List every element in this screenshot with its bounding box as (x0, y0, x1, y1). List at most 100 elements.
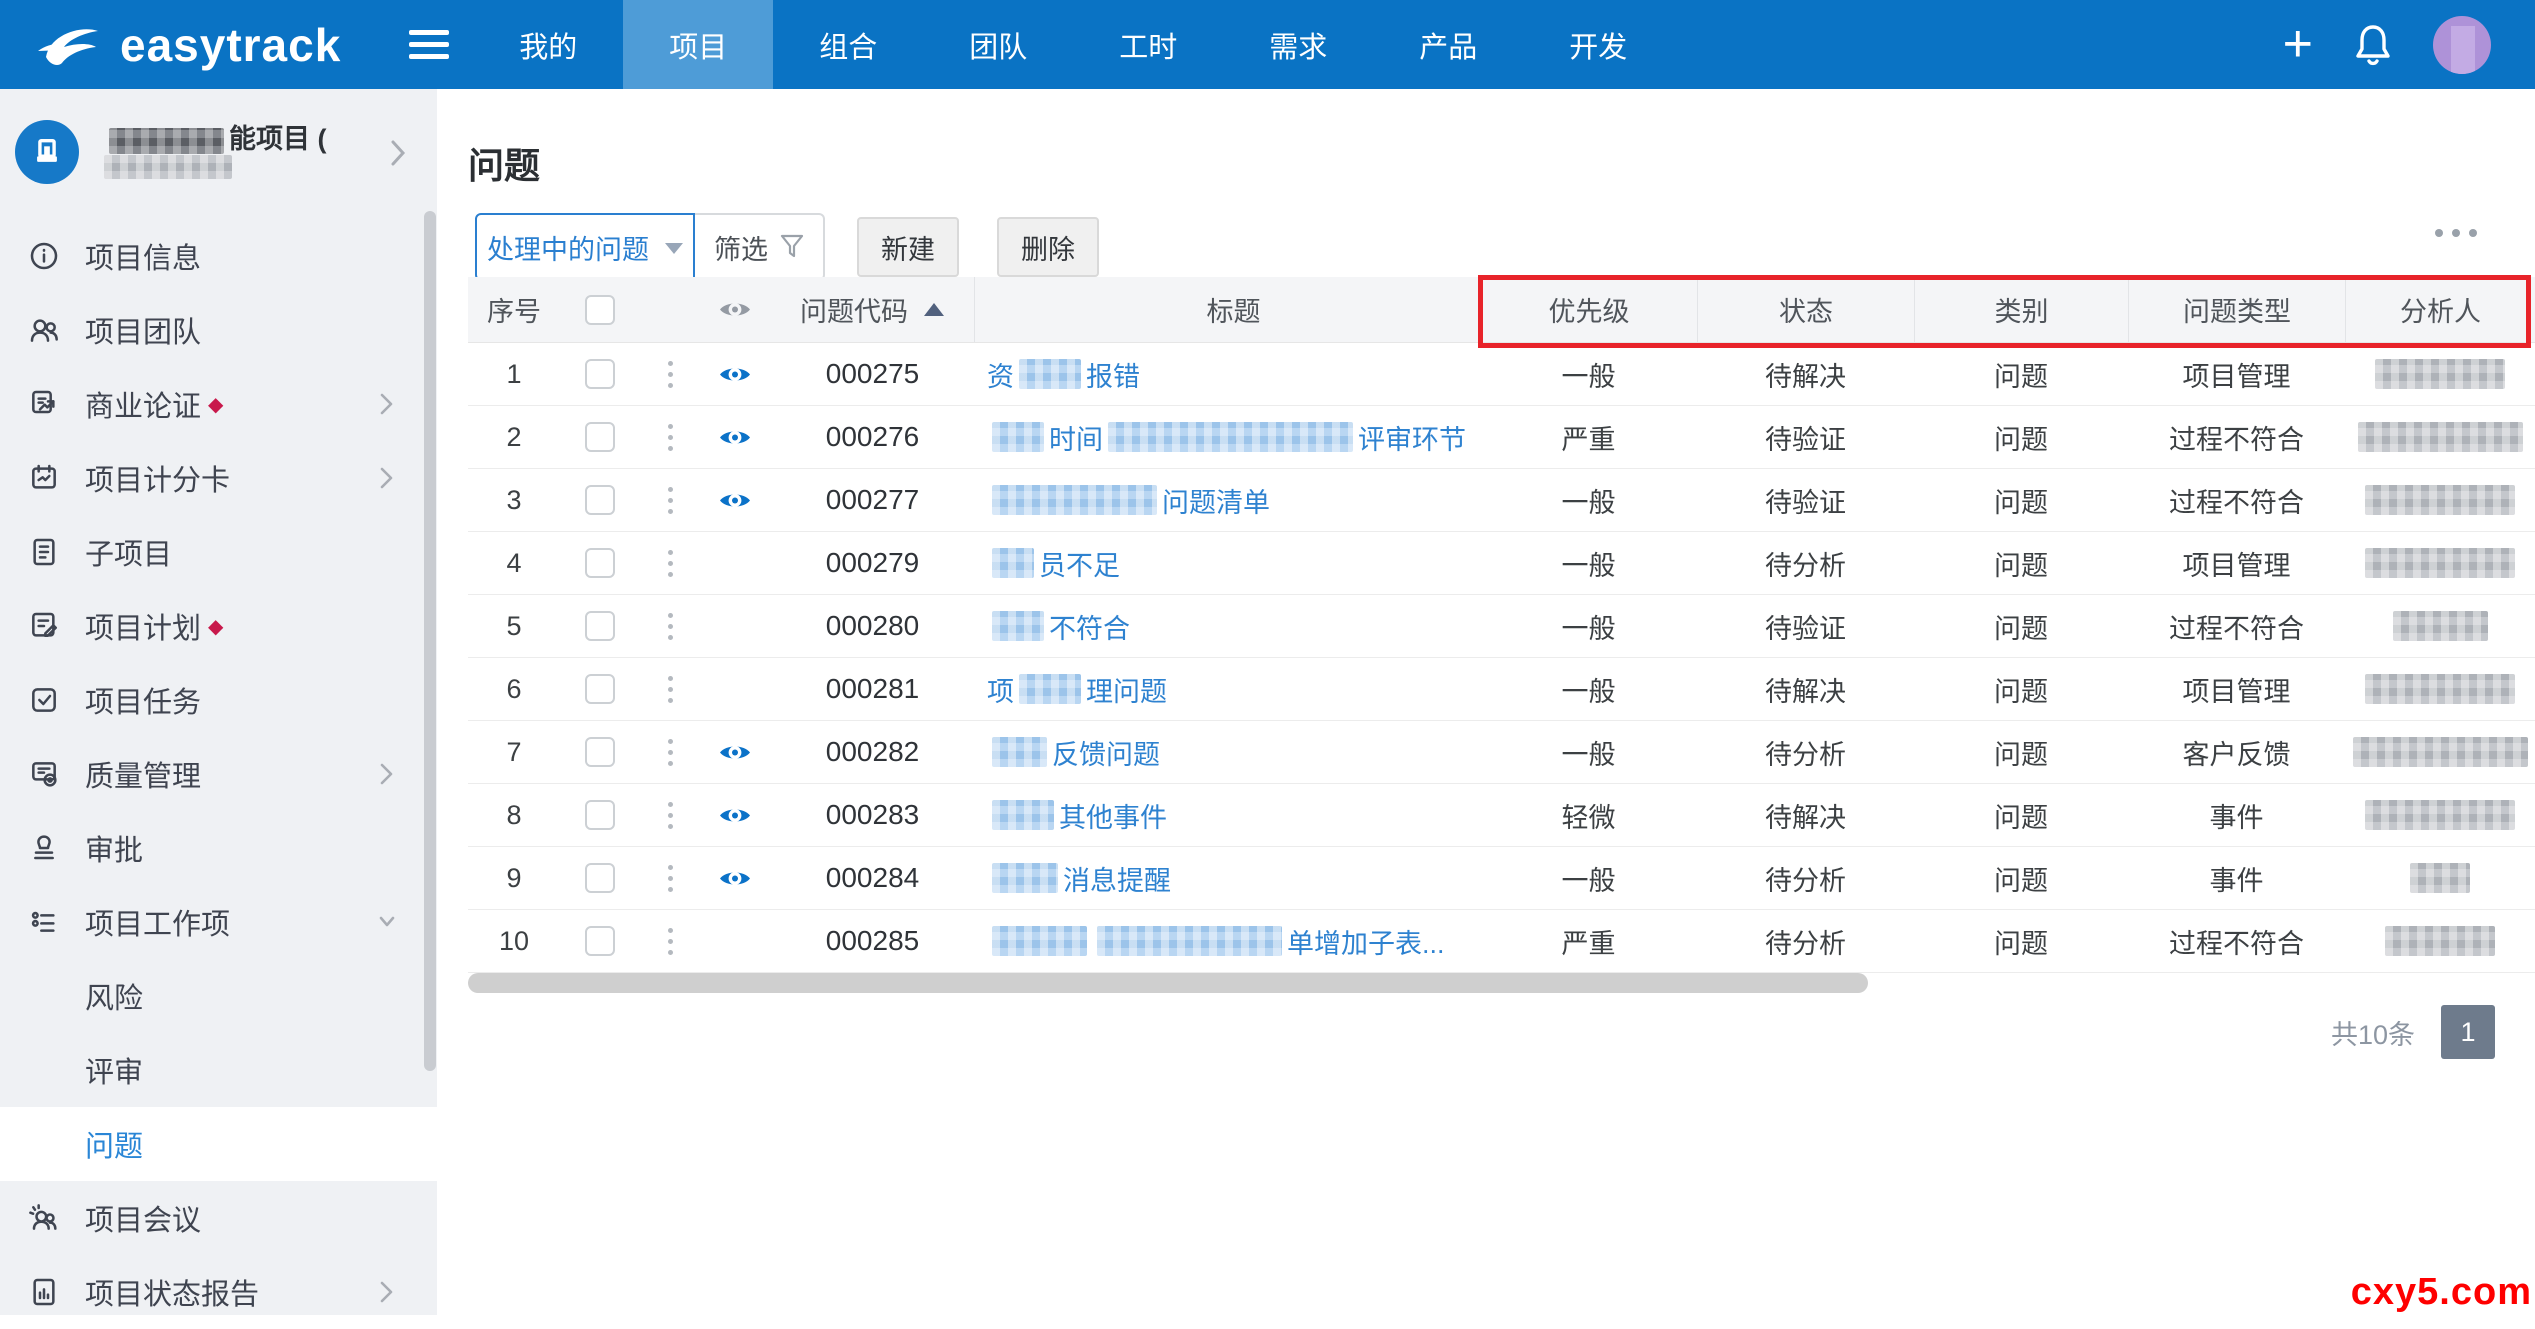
header-checkbox (560, 277, 640, 342)
nav-item-团队[interactable]: 团队 (923, 0, 1073, 89)
nav-item-组合[interactable]: 组合 (773, 0, 923, 89)
sidebar-item-项目计分卡[interactable]: 项目计分卡 (0, 441, 437, 515)
sidebar-item-项目团队[interactable]: 项目团队 (0, 293, 437, 367)
issue-title-link[interactable]: 反馈问题 (987, 733, 1160, 772)
sidebar-item-商业论证[interactable]: 商业论证◆ (0, 367, 437, 441)
kebab-menu-icon[interactable] (668, 802, 673, 829)
kebab-menu-icon[interactable] (668, 550, 673, 577)
issue-title-link[interactable]: 问题清单 (987, 481, 1270, 520)
row-status: 待验证 (1697, 595, 1914, 657)
sidebar-item-评审[interactable]: 评审 (0, 1033, 437, 1107)
kebab-menu-icon[interactable] (668, 739, 673, 766)
row-checkbox[interactable] (585, 359, 615, 389)
eye-icon[interactable] (719, 805, 751, 826)
sidebar-scrollbar[interactable] (424, 211, 436, 1071)
chevron-right-icon[interactable] (388, 137, 408, 169)
header-code[interactable]: 问题代码 (770, 277, 975, 342)
row-issue-type: 项目管理 (2128, 658, 2345, 720)
kebab-menu-icon[interactable] (668, 361, 673, 388)
sidebar-item-label: 项目状态报告 (85, 1271, 259, 1313)
kebab-menu-icon[interactable] (668, 865, 673, 892)
approval-icon (28, 832, 60, 864)
sidebar-item-项目计划[interactable]: 项目计划◆ (0, 589, 437, 663)
page-1-button[interactable]: 1 (2441, 1005, 2495, 1059)
sidebar-item-项目会议[interactable]: 项目会议 (0, 1181, 437, 1255)
kebab-menu-icon[interactable] (668, 928, 673, 955)
row-category: 问题 (1914, 784, 2128, 846)
issue-title-link[interactable]: 项理问题 (987, 670, 1167, 709)
row-watch (700, 406, 770, 468)
row-checkbox[interactable] (585, 485, 615, 515)
censored-text (2375, 359, 2505, 389)
row-checkbox[interactable] (585, 611, 615, 641)
project-avatar (15, 120, 79, 184)
sidebar-item-子项目[interactable]: 子项目 (0, 515, 437, 589)
nav-item-工时[interactable]: 工时 (1073, 0, 1223, 89)
more-actions-icon[interactable] (2435, 229, 2477, 237)
issue-title-link[interactable]: 消息提醒 (987, 859, 1171, 898)
sidebar-item-风险[interactable]: 风险 (0, 959, 437, 1033)
issue-title-link[interactable]: 其他事件 (987, 796, 1167, 835)
row-category: 问题 (1914, 721, 2128, 783)
row-watch (700, 658, 770, 720)
issue-title-link[interactable]: 不符合 (987, 607, 1130, 646)
issue-title-link[interactable]: 单增加子表... (987, 922, 1445, 961)
sidebar-item-项目任务[interactable]: 项目任务 (0, 663, 437, 737)
row-issue-type: 过程不符合 (2128, 406, 2345, 468)
eye-icon[interactable] (719, 427, 751, 448)
bell-icon[interactable] (2353, 23, 2393, 67)
row-actions (640, 721, 700, 783)
sidebar-item-审批[interactable]: 审批 (0, 811, 437, 885)
nav-item-项目[interactable]: 项目 (623, 0, 773, 89)
sidebar-item-质量管理[interactable]: 质量管理 (0, 737, 437, 811)
issue-title-link[interactable]: 资报错 (987, 355, 1140, 394)
sort-ascending-icon (924, 303, 944, 316)
new-button[interactable]: 新建 (857, 217, 959, 277)
kebab-menu-icon[interactable] (668, 424, 673, 451)
saved-filter-dropdown[interactable]: 处理中的问题 (475, 213, 695, 281)
eye-icon[interactable] (719, 868, 751, 889)
sidebar-item-项目状态报告[interactable]: 项目状态报告 (0, 1255, 437, 1329)
sidebar-item-label: 项目计划 (85, 605, 201, 647)
issue-title-link[interactable]: 员不足 (987, 544, 1120, 583)
censored-text (992, 422, 1044, 452)
row-checkbox[interactable] (585, 863, 615, 893)
project-header[interactable]: 能项目 ( (0, 89, 437, 219)
issue-title-link[interactable]: 时间评审环节 (987, 418, 1466, 457)
user-avatar[interactable] (2433, 16, 2491, 74)
kebab-menu-icon[interactable] (668, 613, 673, 640)
row-actions (640, 658, 700, 720)
kebab-menu-icon[interactable] (668, 676, 673, 703)
row-watch (700, 532, 770, 594)
row-checkbox[interactable] (585, 548, 615, 578)
row-checkbox[interactable] (585, 674, 615, 704)
add-icon[interactable]: + (2283, 24, 2313, 66)
nav-item-产品[interactable]: 产品 (1373, 0, 1523, 89)
horizontal-scrollbar[interactable] (468, 973, 1868, 993)
select-all-checkbox[interactable] (585, 295, 615, 325)
nav-item-需求[interactable]: 需求 (1223, 0, 1373, 89)
delete-button[interactable]: 删除 (997, 217, 1099, 277)
caret-down-icon (665, 243, 683, 254)
row-checkbox[interactable] (585, 926, 615, 956)
nav-item-开发[interactable]: 开发 (1523, 0, 1673, 89)
nav-item-我的[interactable]: 我的 (473, 0, 623, 89)
sidebar-item-项目信息[interactable]: 项目信息 (0, 219, 437, 293)
header-spacer (640, 277, 700, 342)
kebab-menu-icon[interactable] (668, 487, 673, 514)
eye-icon[interactable] (719, 490, 751, 511)
sidebar-item-项目工作项[interactable]: 项目工作项 (0, 885, 437, 959)
eye-icon[interactable] (719, 742, 751, 763)
row-title: 其他事件 (975, 784, 1480, 846)
row-checkbox[interactable] (585, 737, 615, 767)
sidebar-item-label: 子项目 (85, 531, 172, 573)
watermark: cxy5.com (2351, 1271, 2532, 1314)
filter-button[interactable]: 筛选 (695, 213, 825, 281)
menu-icon[interactable] (409, 30, 449, 59)
row-checkbox[interactable] (585, 422, 615, 452)
eye-icon[interactable] (719, 364, 751, 385)
row-category: 问题 (1914, 469, 2128, 531)
row-priority: 一般 (1480, 847, 1697, 909)
sidebar-item-问题[interactable]: 问题 (0, 1107, 437, 1181)
row-checkbox[interactable] (585, 800, 615, 830)
